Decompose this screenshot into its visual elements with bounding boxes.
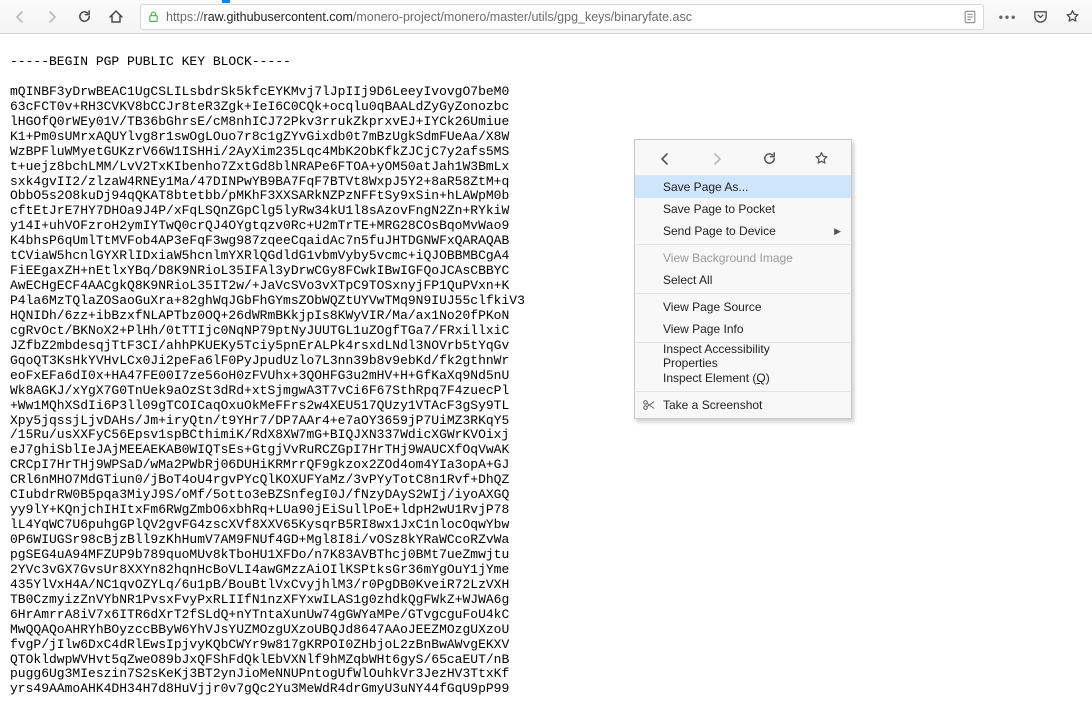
ctx-bookmark-button[interactable] bbox=[807, 146, 835, 172]
pgp-text-content: -----BEGIN PGP PUBLIC KEY BLOCK----- mQI… bbox=[0, 47, 1092, 705]
ctx-view-page-source-label: View Page Source bbox=[663, 300, 762, 314]
scissors-icon bbox=[641, 397, 657, 413]
lock-icon bbox=[147, 10, 160, 23]
ctx-send-to-device-label: Send Page to Device bbox=[663, 224, 776, 238]
bookmark-star-button[interactable] bbox=[1058, 4, 1086, 30]
ctx-take-screenshot[interactable]: Take a Screenshot bbox=[635, 394, 851, 416]
ctx-separator bbox=[636, 391, 850, 392]
back-button[interactable] bbox=[6, 4, 34, 30]
ctx-separator bbox=[636, 293, 850, 294]
forward-button[interactable] bbox=[38, 4, 66, 30]
context-menu: Save Page As... Save Page to Pocket Send… bbox=[634, 139, 852, 419]
ctx-send-to-device[interactable]: Send Page to Device ▶ bbox=[635, 220, 851, 242]
pocket-button[interactable] bbox=[1026, 4, 1054, 30]
ctx-inspect-accessibility[interactable]: Inspect Accessibility Properties bbox=[635, 345, 851, 367]
ctx-separator bbox=[636, 244, 850, 245]
url-bar[interactable]: https://raw.githubusercontent.com/monero… bbox=[140, 4, 984, 30]
submenu-arrow-icon: ▶ bbox=[834, 226, 841, 237]
ctx-forward-button[interactable] bbox=[703, 146, 731, 172]
url-text: https://raw.githubusercontent.com/monero… bbox=[166, 10, 957, 24]
browser-toolbar: https://raw.githubusercontent.com/monero… bbox=[0, 0, 1092, 34]
ctx-save-to-pocket[interactable]: Save Page to Pocket bbox=[635, 198, 851, 220]
ctx-view-page-info[interactable]: View Page Info bbox=[635, 318, 851, 340]
ctx-inspect-accessibility-label: Inspect Accessibility Properties bbox=[663, 342, 825, 370]
ctx-inspect-element-label: Inspect Element (Q) bbox=[663, 371, 770, 385]
ctx-select-all[interactable]: Select All bbox=[635, 269, 851, 291]
ctx-view-bg-image: View Background Image bbox=[635, 247, 851, 269]
ctx-back-button[interactable] bbox=[651, 146, 679, 172]
ctx-reload-button[interactable] bbox=[755, 146, 783, 172]
ctx-save-to-pocket-label: Save Page to Pocket bbox=[663, 202, 775, 216]
ctx-view-bg-image-label: View Background Image bbox=[663, 251, 793, 265]
ctx-inspect-element[interactable]: Inspect Element (Q) bbox=[635, 367, 851, 389]
ctx-save-page-as[interactable]: Save Page As... bbox=[635, 176, 851, 198]
reload-button[interactable] bbox=[70, 4, 98, 30]
ctx-take-screenshot-label: Take a Screenshot bbox=[663, 398, 762, 412]
ctx-view-page-source[interactable]: View Page Source bbox=[635, 296, 851, 318]
home-button[interactable] bbox=[102, 4, 130, 30]
ctx-save-page-as-label: Save Page As... bbox=[663, 180, 748, 194]
ctx-view-page-info-label: View Page Info bbox=[663, 322, 744, 336]
ctx-select-all-label: Select All bbox=[663, 273, 712, 287]
context-menu-nav-row bbox=[635, 142, 851, 176]
reader-mode-icon[interactable] bbox=[963, 10, 977, 24]
page-actions-button[interactable]: ••• bbox=[994, 4, 1022, 30]
